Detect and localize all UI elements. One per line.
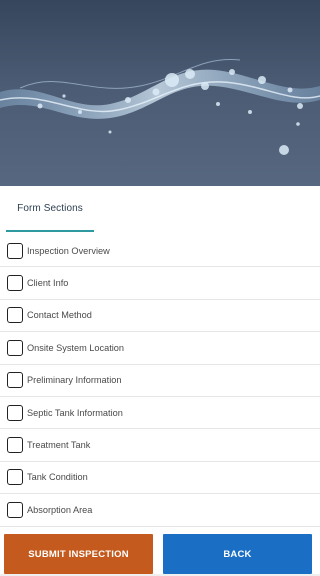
section-item-label: Inspection Overview — [27, 245, 110, 256]
checkbox[interactable] — [7, 437, 23, 454]
section-tabs: Form Sections — [0, 186, 320, 232]
checkbox[interactable] — [7, 339, 23, 356]
section-item-label: Septic Tank Information — [27, 407, 123, 418]
section-item-tank-condition[interactable]: Tank Condition — [0, 462, 320, 495]
section-item-label: Absorption Area — [27, 504, 93, 515]
header-water-image — [0, 0, 320, 186]
section-item-label: Contact Method — [27, 310, 92, 321]
submit-inspection-button[interactable]: SUBMIT INSPECTION — [4, 534, 153, 574]
checkbox[interactable] — [7, 372, 23, 389]
form-sections-list: Inspection Overview Client Info Contact … — [0, 235, 320, 527]
checkbox[interactable] — [7, 469, 23, 486]
section-item-label: Client Info — [27, 278, 69, 289]
checkbox[interactable] — [7, 404, 23, 421]
section-item-label: Tank Condition — [27, 472, 88, 483]
section-item-label: Onsite System Location — [27, 342, 125, 353]
section-item-septic-tank-information[interactable]: Septic Tank Information — [0, 397, 320, 430]
section-item-label: Preliminary Information — [27, 375, 122, 386]
tab-form-sections[interactable]: Form Sections — [6, 186, 94, 232]
checkbox[interactable] — [7, 275, 23, 292]
checkbox[interactable] — [7, 242, 23, 259]
section-item-label: Treatment Tank — [27, 440, 91, 451]
section-item-inspection-overview[interactable]: Inspection Overview — [0, 235, 320, 268]
checkbox[interactable] — [7, 501, 23, 518]
water-splash-illustration — [0, 59, 320, 155]
section-item-client-info[interactable]: Client Info — [0, 267, 320, 300]
section-item-onsite-system-location[interactable]: Onsite System Location — [0, 332, 320, 365]
checkbox[interactable] — [7, 307, 23, 324]
section-item-treatment-tank[interactable]: Treatment Tank — [0, 429, 320, 462]
section-item-absorption-area[interactable]: Absorption Area — [0, 494, 320, 527]
section-item-preliminary-information[interactable]: Preliminary Information — [0, 365, 320, 397]
action-bar: SUBMIT INSPECTION BACK — [0, 534, 320, 574]
tab-form-sections-label: Form Sections — [17, 202, 83, 214]
back-button[interactable]: BACK — [163, 534, 312, 574]
section-item-contact-method[interactable]: Contact Method — [0, 300, 320, 333]
